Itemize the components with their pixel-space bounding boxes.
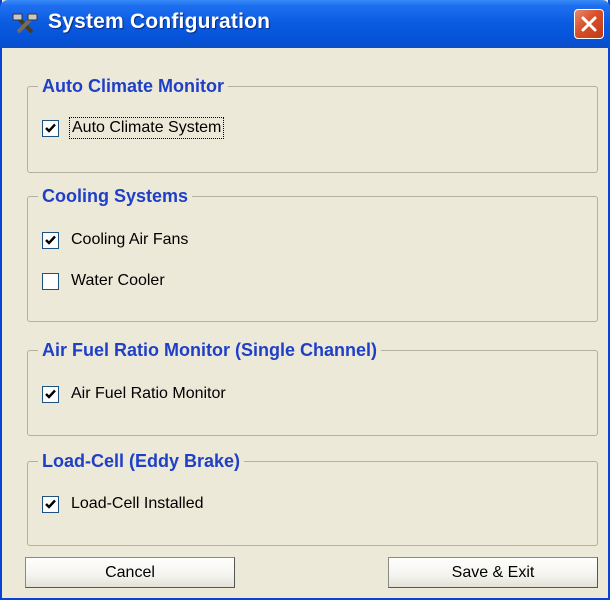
checkbox-row-water-cooler[interactable]: Water Cooler: [42, 271, 165, 291]
group-title: Auto Climate Monitor: [38, 75, 228, 97]
group-title: Air Fuel Ratio Monitor (Single Channel): [38, 339, 381, 361]
save-exit-button[interactable]: Save & Exit: [388, 557, 598, 588]
checkbox-label: Auto Climate System: [68, 117, 225, 139]
checkbox-label: Cooling Air Fans: [71, 231, 189, 248]
checkbox-label: Air Fuel Ratio Monitor: [71, 385, 226, 402]
close-button[interactable]: [574, 9, 604, 39]
system-configuration-window: System Configuration Auto Climate Monito…: [0, 0, 610, 600]
group-load-cell: Load-Cell (Eddy Brake) Load-Cell Install…: [27, 450, 598, 546]
checkmark-icon: [45, 123, 56, 133]
auto-climate-system-checkbox[interactable]: [42, 119, 59, 137]
group-auto-climate-monitor: Auto Climate Monitor Auto Climate System: [27, 75, 598, 173]
checkbox-row-auto-climate-system[interactable]: Auto Climate System: [42, 117, 225, 139]
checkbox-row-cooling-air-fans[interactable]: Cooling Air Fans: [42, 230, 188, 250]
checkbox-label: Water Cooler: [71, 272, 165, 289]
group-cooling-systems: Cooling Systems Cooling Air Fans Water C…: [27, 185, 598, 322]
group-air-fuel-ratio-monitor: Air Fuel Ratio Monitor (Single Channel) …: [27, 339, 598, 436]
checkbox-row-load-cell-installed[interactable]: Load-Cell Installed: [42, 494, 204, 514]
checkbox-row-air-fuel-ratio-monitor[interactable]: Air Fuel Ratio Monitor: [42, 384, 226, 404]
checkmark-icon: [45, 235, 56, 245]
window-title: System Configuration: [48, 10, 271, 33]
checkmark-icon: [45, 389, 56, 399]
cancel-button[interactable]: Cancel: [25, 557, 235, 588]
title-bar[interactable]: System Configuration: [0, 0, 610, 48]
air-fuel-ratio-monitor-checkbox[interactable]: [42, 385, 59, 403]
group-title: Cooling Systems: [38, 185, 193, 207]
checkmark-icon: [45, 499, 56, 509]
water-cooler-checkbox[interactable]: [42, 272, 59, 290]
cooling-air-fans-checkbox[interactable]: [42, 231, 59, 249]
close-icon: [581, 16, 597, 32]
tools-icon: [12, 12, 38, 38]
group-title: Load-Cell (Eddy Brake): [38, 450, 245, 472]
checkbox-label: Load-Cell Installed: [71, 495, 204, 512]
load-cell-installed-checkbox[interactable]: [42, 495, 59, 513]
